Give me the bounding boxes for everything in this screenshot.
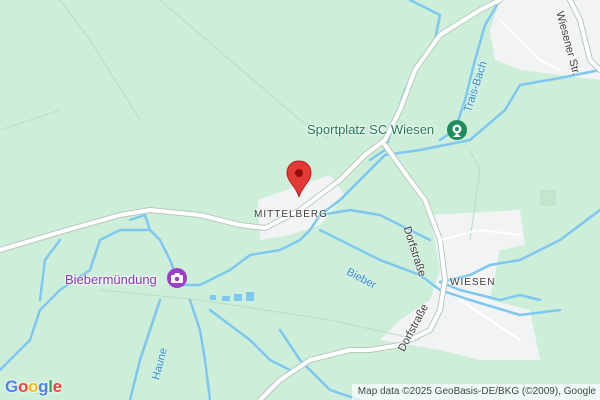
ponds <box>210 292 254 301</box>
google-logo-letter: e <box>52 377 62 396</box>
stream <box>318 68 600 217</box>
location-pin-glyph <box>286 160 312 198</box>
stream <box>278 328 362 400</box>
google-logo-letter: o <box>17 377 29 396</box>
footpath <box>159 0 331 141</box>
google-logo-text: Google <box>5 377 62 396</box>
red-location-pin-icon[interactable] <box>285 160 313 200</box>
place-label-wiesen: WIESEN <box>450 277 496 288</box>
place-label-mittelberg: MITTELBERG <box>254 209 328 220</box>
pond <box>234 294 242 301</box>
haune-river <box>128 298 162 400</box>
pond <box>222 296 230 301</box>
field-patch <box>540 190 556 206</box>
sports-facility-glyph <box>452 124 462 137</box>
footpath <box>59 0 141 121</box>
poi-label-biebermuendung[interactable]: Biebermündung <box>65 272 157 287</box>
trais-bach-stream <box>438 0 502 142</box>
footpath <box>0 109 61 131</box>
google-logo-letter: o <box>28 377 39 396</box>
stream <box>208 308 292 372</box>
stream <box>0 228 182 372</box>
map-attribution: Map data ©2025 GeoBasis-DE/BKG (©2009), … <box>351 384 600 400</box>
stream <box>128 213 152 232</box>
pond <box>246 292 254 301</box>
poi-label-sportplatz[interactable]: Sportplatz SC Wiesen <box>307 122 434 137</box>
camera-glyph <box>171 273 183 283</box>
footpaths <box>0 0 481 341</box>
camera-tourist-icon[interactable] <box>167 268 187 288</box>
sports-facility-icon[interactable] <box>447 120 467 140</box>
google-logo-letter: g <box>38 377 49 396</box>
stream <box>38 238 62 302</box>
map-canvas[interactable]: MITTELBERG WIESEN Dorfstraße Dorfstraße … <box>0 0 600 400</box>
stream <box>188 298 212 400</box>
pond <box>210 295 216 300</box>
google-logo: Google <box>5 377 62 397</box>
google-logo-letter: G <box>5 377 18 396</box>
